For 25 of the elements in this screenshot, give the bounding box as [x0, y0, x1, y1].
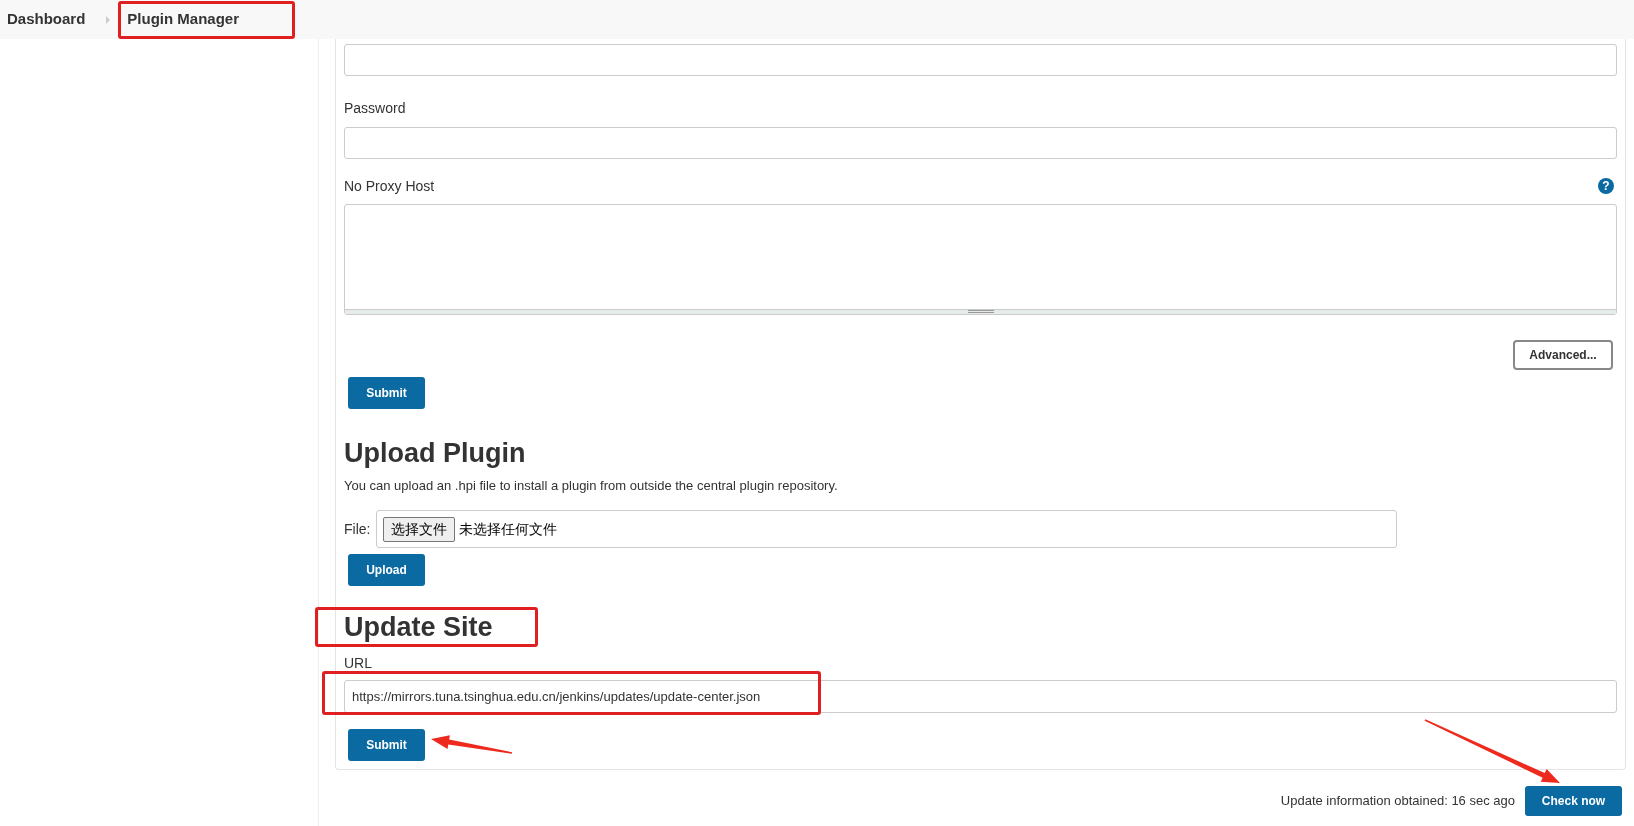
field-label: File:	[344, 519, 371, 539]
field-label: No Proxy Host	[344, 176, 435, 196]
resize-grip-icon[interactable]	[967, 310, 994, 313]
submit-button[interactable]: Submit	[348, 729, 425, 761]
section-heading: Update Site	[344, 611, 494, 644]
upload-button[interactable]: Upload	[348, 554, 425, 586]
breadcrumb-link[interactable]: Dashboard	[7, 8, 86, 31]
input-field[interactable]	[344, 127, 1617, 159]
field-label: URL	[344, 654, 373, 673]
field-label: Password	[344, 98, 406, 118]
submit-button[interactable]: Submit	[348, 377, 425, 409]
description-text: You can upload an .hpi file to install a plugin from outside the central plugin repository.	[344, 477, 839, 495]
separator-icon	[106, 15, 111, 24]
text-area[interactable]	[344, 204, 1617, 315]
status-text: Update information obtained: 16 sec ago	[1280, 792, 1515, 811]
file-field[interactable]: 选择文件 未选择任何文件	[376, 510, 1398, 548]
section-heading: Upload Plugin	[344, 437, 527, 470]
breadcrumb-link[interactable]: Plugin Manager	[127, 8, 240, 31]
url-field[interactable]: https://mirrors.tuna.tsinghua.edu.cn/jenkins/updates/update-center.json	[344, 680, 1617, 713]
input-field[interactable]	[344, 44, 1617, 76]
advanced-button[interactable]: Advanced...	[1513, 340, 1613, 370]
help-icon[interactable]: ?	[1598, 178, 1614, 194]
check-now-button[interactable]: Check now	[1525, 786, 1622, 816]
file-status-text: 未选择任何文件	[459, 519, 558, 539]
choose-file-button[interactable]: 选择文件	[383, 516, 456, 542]
